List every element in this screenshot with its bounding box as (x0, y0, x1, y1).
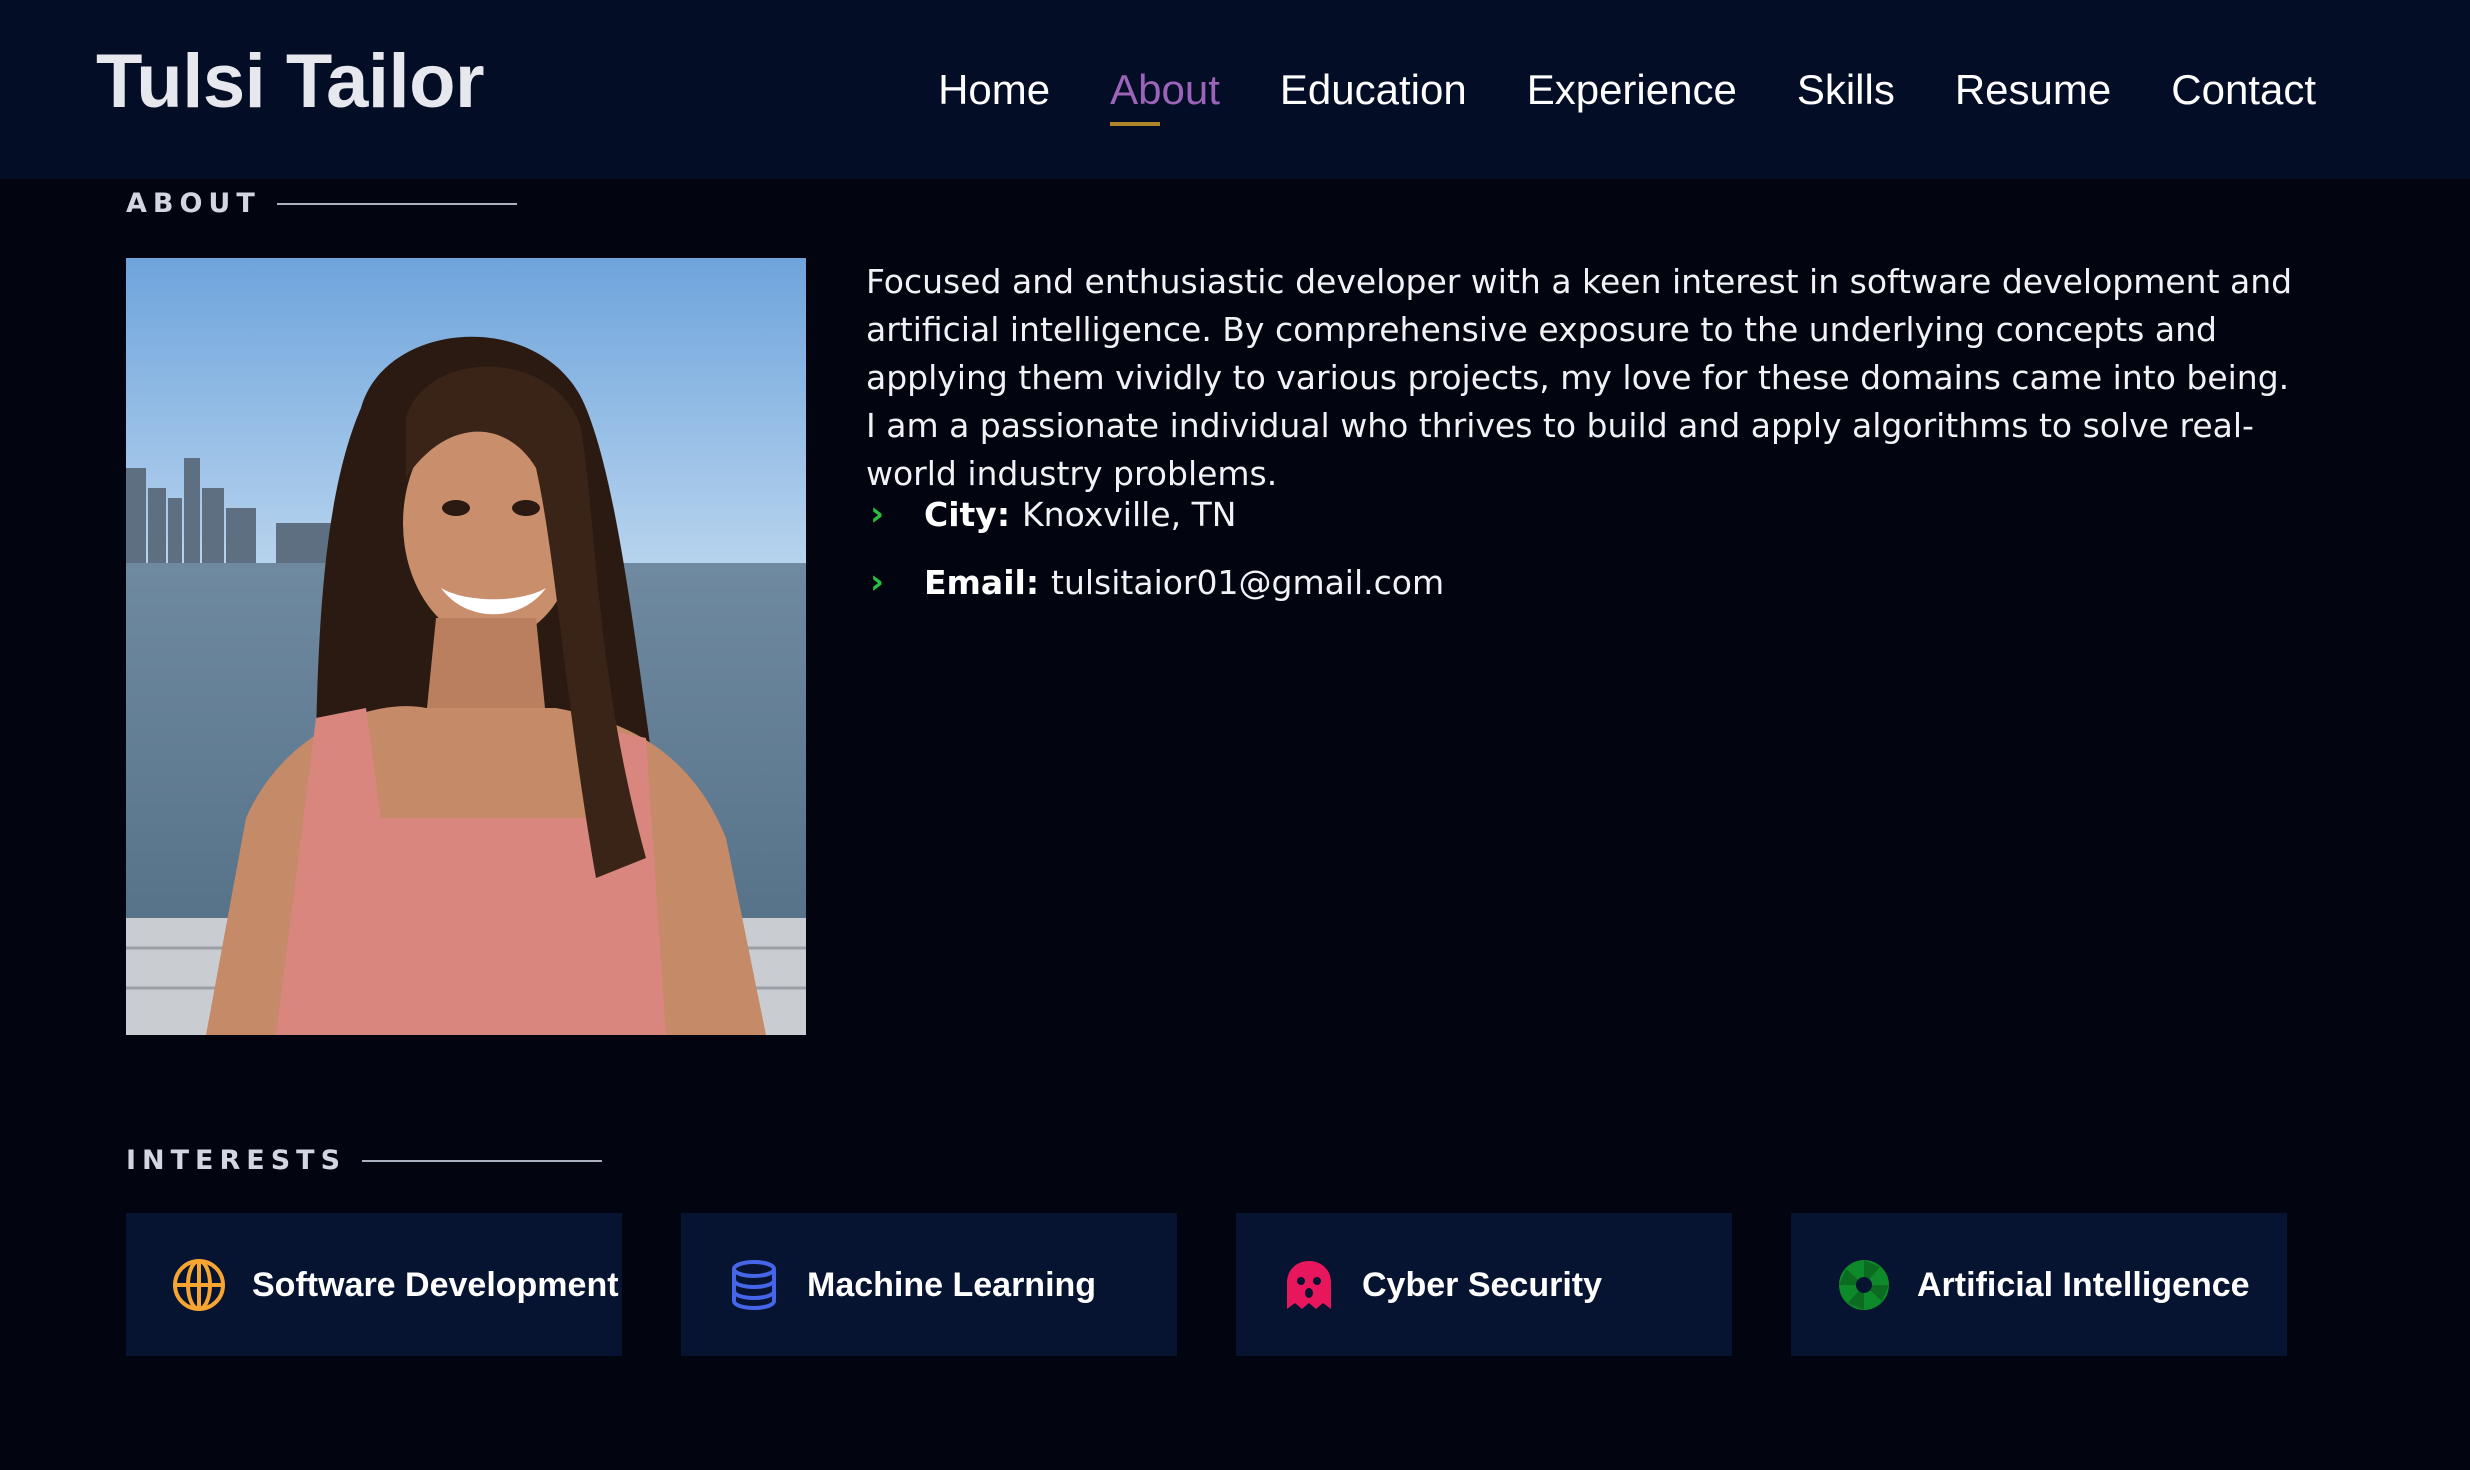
ghost-icon (1280, 1256, 1338, 1314)
about-section-title: ABOUT (126, 188, 517, 219)
interest-label: Software Development (252, 1265, 619, 1304)
fact-email-label: Email: (924, 562, 1040, 602)
heading-rule (362, 1159, 603, 1162)
fact-email: › Email: tulsitaior01@gmail.com (870, 548, 1444, 616)
interest-label: Artificial Intelligence (1917, 1265, 2250, 1304)
page: Tulsi Tailor Home About Education Experi… (0, 0, 2470, 1470)
interest-card-artificial-intelligence[interactable]: Artificial Intelligence (1791, 1213, 2287, 1356)
interest-card-cyber-security[interactable]: Cyber Security (1236, 1213, 1732, 1356)
interests-heading: INTERESTS (126, 1145, 347, 1176)
nav-home[interactable]: Home (938, 60, 1050, 120)
profile-photo (126, 258, 806, 1035)
interest-label: Cyber Security (1362, 1265, 1602, 1304)
interests-section-title: INTERESTS (126, 1145, 603, 1176)
interest-card-software-development[interactable]: Software Development (126, 1213, 622, 1356)
fact-city-value: Knoxville, TN (1022, 494, 1237, 534)
heading-rule (276, 202, 517, 205)
interest-label: Machine Learning (807, 1265, 1097, 1304)
database-icon (725, 1256, 783, 1314)
main-nav: Home About Education Experience Skills R… (938, 60, 2316, 126)
aperture-icon (1835, 1256, 1893, 1314)
interests-list: Software Development Machine Learning Cy… (126, 1213, 2287, 1356)
nav-about[interactable]: About (1110, 60, 1220, 126)
nav-education[interactable]: Education (1280, 60, 1467, 120)
nav-experience[interactable]: Experience (1527, 60, 1737, 120)
about-facts: › City: Knoxville, TN › Email: tulsitaio… (870, 480, 1444, 616)
chevron-right-icon: › (870, 562, 885, 602)
nav-skills[interactable]: Skills (1797, 60, 1895, 120)
site-header: Tulsi Tailor Home About Education Experi… (0, 0, 2470, 179)
nav-resume[interactable]: Resume (1955, 60, 2111, 120)
interest-card-machine-learning[interactable]: Machine Learning (681, 1213, 1177, 1356)
site-logo[interactable]: Tulsi Tailor (96, 32, 485, 132)
about-bio: Focused and enthusiastic developer with … (866, 262, 2293, 493)
fact-city: › City: Knoxville, TN (870, 480, 1444, 548)
profile-photo-image (126, 258, 806, 1035)
about-heading: ABOUT (126, 188, 261, 219)
nav-contact[interactable]: Contact (2171, 60, 2316, 120)
fact-email-value[interactable]: tulsitaior01@gmail.com (1051, 563, 1444, 602)
chevron-right-icon: › (870, 494, 885, 534)
fact-city-label: City: (924, 494, 1011, 534)
globe-icon (170, 1256, 228, 1314)
